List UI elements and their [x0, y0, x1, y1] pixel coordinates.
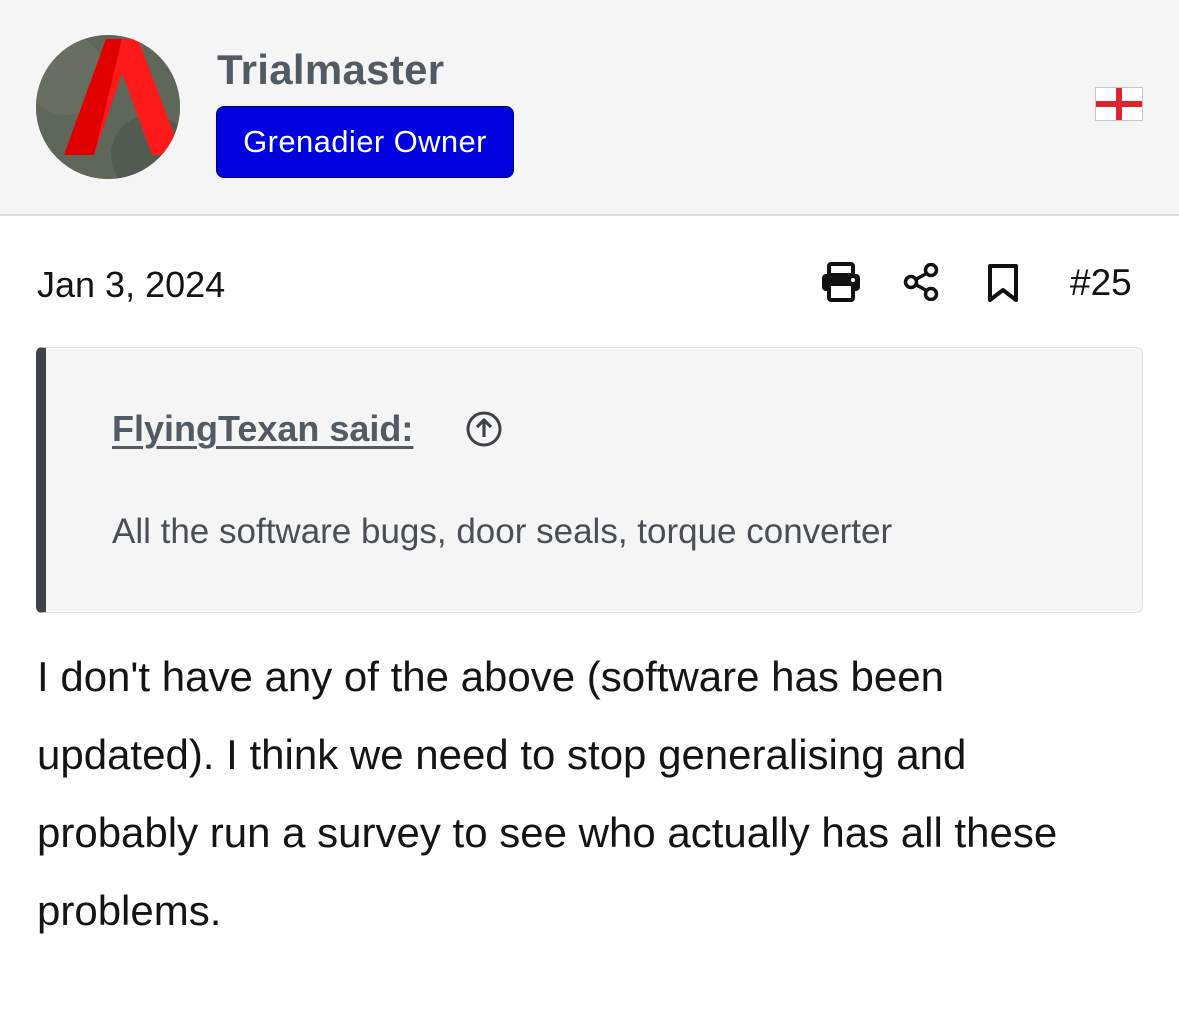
print-icon[interactable] [820, 262, 862, 307]
share-icon[interactable] [903, 262, 939, 306]
arrow-up-circle-icon[interactable] [465, 410, 503, 453]
quote-text: All the software bugs, door seals, torqu… [112, 512, 893, 551]
bookmark-icon[interactable] [987, 263, 1019, 308]
quote-block: FlyingTexan said: All the software bugs,… [36, 347, 1143, 613]
red-a-logo-icon [36, 35, 180, 179]
user-title-badge: Grenadier Owner [216, 106, 514, 178]
quote-author-link[interactable]: FlyingTexan said: [112, 408, 413, 450]
post-date[interactable]: Jan 3, 2024 [37, 264, 225, 306]
post-body-text: I don't have any of the above (software … [37, 653, 1058, 934]
avatar[interactable] [36, 35, 180, 179]
england-flag-icon [1096, 88, 1142, 120]
post-author-header: Trialmaster Grenadier Owner [0, 0, 1179, 216]
username[interactable]: Trialmaster [217, 46, 444, 94]
post-number-link[interactable]: #25 [1070, 262, 1132, 304]
